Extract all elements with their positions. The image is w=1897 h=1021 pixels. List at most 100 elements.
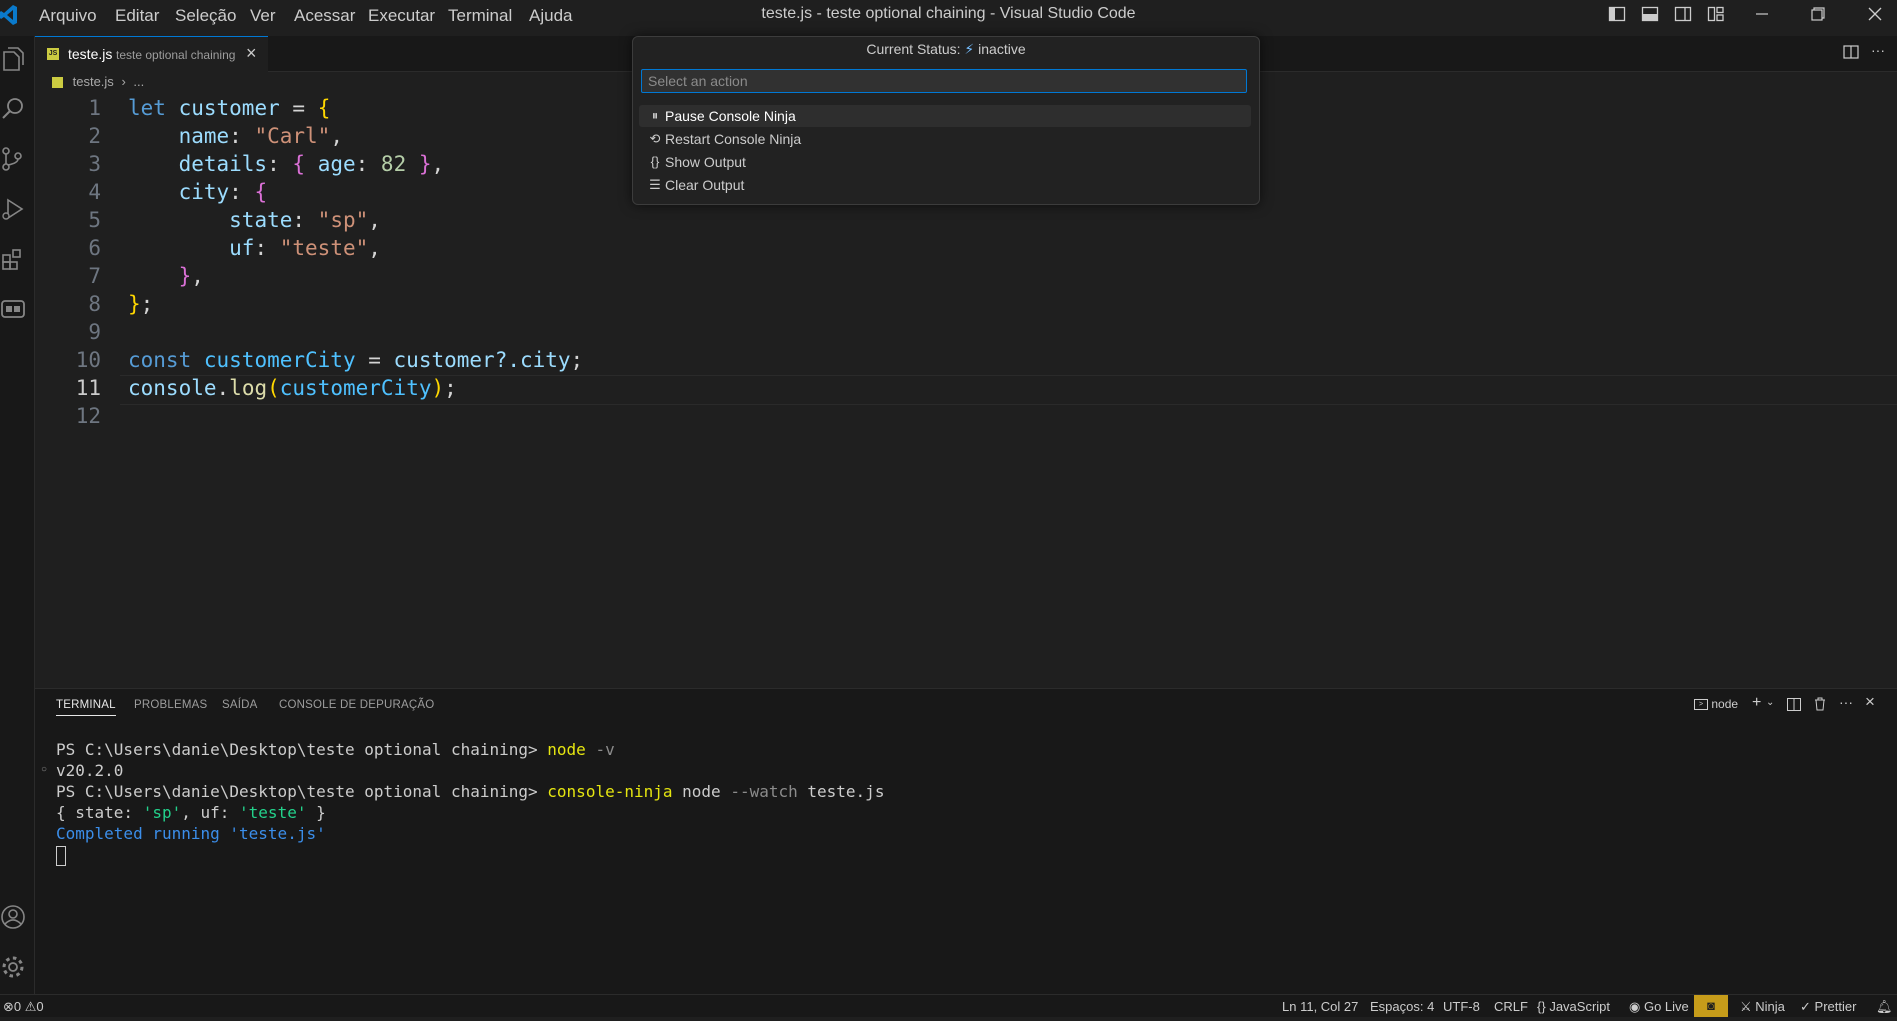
js-file-icon [52,77,63,89]
close-tab-icon[interactable]: × [246,43,257,64]
title-bar: Arquivo Editar Seleção Ver Acessar Execu… [0,0,1897,30]
restore-icon[interactable] [1809,5,1827,23]
menu-executar[interactable]: Executar [368,6,435,26]
command-decoration-icon: ○ [41,764,48,775]
toggle-secondary-sidebar-icon[interactable] [1674,5,1692,23]
run-debug-icon[interactable] [0,196,26,222]
split-terminal-icon[interactable] [1787,698,1801,711]
action-search-input[interactable] [641,69,1247,93]
action-restart-console-ninja[interactable]: ⟲ Restart Console Ninja [639,128,1251,150]
encoding[interactable]: UTF-8 [1443,999,1480,1014]
line-number: 2 [88,124,101,148]
clear-all-icon: ☰ [649,177,661,192]
js-file-icon: JS [47,48,59,60]
menu-arquivo[interactable]: Arquivo [39,6,97,26]
error-icon: ⊗ [3,999,14,1014]
tab-saida[interactable]: SAÍDA [222,699,258,711]
terminal-line: v20.2.0 [56,761,124,780]
search-icon[interactable] [0,96,26,122]
ninja-icon: ⚔ [1740,999,1752,1014]
line-number: 3 [88,152,101,176]
restart-icon: ⟲ [649,131,661,146]
manage-gear-icon[interactable] [0,954,26,980]
menu-acessar[interactable]: Acessar [294,6,355,26]
minimize-icon[interactable] [1753,5,1771,23]
close-window-icon[interactable] [1866,5,1884,23]
problems-indicator[interactable]: ⊗0 ⚠0 [3,999,44,1015]
remote-explorer-icon[interactable] [0,296,26,322]
quick-pick-status: Current Status: ⚡ inactive [866,41,1026,57]
toggle-panel-icon[interactable] [1641,5,1659,23]
code-line-4: city: { [178,180,268,204]
code-line-10: const customerCity = customer?.city; [128,348,584,372]
bottom-panel: TERMINAL PROBLEMAS SAÍDA CONSOLE DE DEPU… [35,688,1897,994]
status-bar: ⊗0 ⚠0 Ln 11, Col 27 Espaços: 4 UTF-8 CRL… [0,994,1897,1017]
terminal-line: PS C:\Users\danie\Desktop\teste optional… [56,782,885,801]
menu-ajuda[interactable]: Ajuda [529,6,572,26]
chevron-down-icon[interactable]: ⌄ [1766,697,1774,708]
terminal-output[interactable]: PS C:\Users\danie\Desktop\teste optional… [56,739,884,866]
code-line-5: state: "sp", [229,208,381,232]
go-live-button[interactable]: ◉ Go Live [1629,999,1689,1015]
split-editor-icon[interactable] [1843,44,1859,60]
trash-icon[interactable] [1813,697,1827,711]
source-control-icon[interactable] [0,146,26,172]
extensions-icon[interactable] [0,246,26,272]
vscode-logo-icon [0,4,18,26]
customize-layout-icon[interactable] [1707,5,1725,23]
line-number: 9 [88,320,101,344]
tab-folder: teste optional chaining [116,48,236,62]
line-number: 12 [75,404,101,428]
more-actions-icon[interactable]: ··· [1871,43,1887,60]
terminal-selector[interactable]: > node [1694,697,1738,711]
pause-icon: ⏸ [651,108,659,123]
terminal-cursor [56,844,884,866]
broadcast-icon: ◉ [1629,999,1641,1014]
new-terminal-icon[interactable]: + [1752,694,1761,712]
console-ninja-quick-pick: Current Status: ⚡ inactive ⏸ Pause Conso… [632,36,1260,205]
more-actions-icon[interactable]: ··· [1839,694,1853,710]
cursor-position[interactable]: Ln 11, Col 27 [1282,999,1358,1014]
copilot-icon[interactable]: ◙ [1694,995,1728,1017]
action-show-output[interactable]: {} Show Output [639,151,1251,173]
tab-filename: teste.js [68,46,113,62]
tab-teste-js[interactable]: JS teste.js teste optional chaining × [35,36,268,73]
accounts-icon[interactable] [0,904,26,930]
explorer-icon[interactable] [0,46,26,72]
toggle-primary-sidebar-icon[interactable] [1608,5,1626,23]
language-mode[interactable]: {} JavaScript [1537,999,1610,1014]
warning-icon: ⚠ [24,999,37,1014]
action-clear-output[interactable]: ☰ Clear Output [639,174,1251,196]
code-line-8: }; [128,292,154,316]
ninja-status[interactable]: ⚔ Ninja [1740,999,1785,1015]
line-number: 8 [88,292,101,316]
menu-ver[interactable]: Ver [250,6,276,26]
breadcrumb: teste.js › ... [52,74,144,94]
breadcrumb-more[interactable]: ... [133,74,144,89]
menu-selecao[interactable]: Seleção [175,6,236,26]
code-line-2: name: "Carl", [178,124,343,148]
indentation[interactable]: Espaços: 4 [1370,999,1434,1014]
code-line-3: details: { age: 82 }, [178,152,445,176]
line-number: 6 [88,236,101,260]
plug-icon: ⚡ [964,41,975,57]
line-number: 4 [88,180,101,204]
code-line-6: uf: "teste", [229,236,381,260]
menu-editar[interactable]: Editar [115,6,159,26]
tab-console-depuracao[interactable]: CONSOLE DE DEPURAÇÃO [279,699,434,711]
action-pause-console-ninja[interactable]: ⏸ Pause Console Ninja [639,105,1251,127]
line-number: 10 [75,348,101,372]
breadcrumb-file[interactable]: teste.js [73,74,114,89]
code-line-11: console.log(customerCity); [128,376,457,400]
tab-problemas[interactable]: PROBLEMAS [134,699,207,711]
terminal-line: Completed running 'teste.js' [56,824,326,843]
tab-terminal[interactable]: TERMINAL [56,699,116,716]
prettier-status[interactable]: ✓ Prettier [1800,999,1856,1015]
menu-terminal[interactable]: Terminal [448,6,512,26]
end-of-line[interactable]: CRLF [1494,999,1528,1014]
line-number-active: 11 [75,376,101,400]
code-line-1: let customer = { [128,96,331,120]
close-panel-icon[interactable]: × [1865,692,1875,712]
braces-icon: {} [1537,999,1546,1014]
notifications-bell-icon[interactable]: 🔔︎ [1876,999,1893,1015]
